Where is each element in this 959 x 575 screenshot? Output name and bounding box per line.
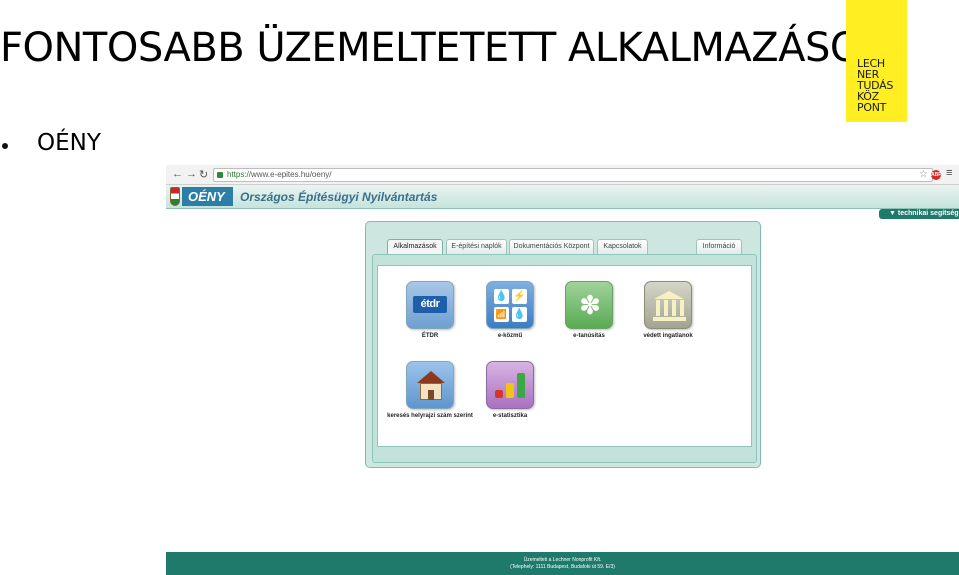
reload-icon[interactable]: ↻: [199, 168, 208, 181]
app-parcel-search[interactable]: keresés helyrajzi szám szerint: [385, 361, 475, 421]
app-label: e-tanúsítás: [573, 333, 605, 339]
bullet-text: OÉNY: [37, 130, 101, 156]
tab-content-frame: étdr ÉTDR 💧 ⚡ 📶 💧 e-közmű ✽ e-tanúsítás …: [372, 254, 757, 463]
app-protected-properties[interactable]: védett ingatlanok: [623, 281, 713, 341]
footer-address: (Telephely: 1111 Budapest, Budafoki út 5…: [510, 564, 615, 570]
statistics-chart-icon: [486, 361, 534, 409]
url-bar[interactable]: https://www.e-epites.hu/oeny/ ☆: [213, 168, 933, 182]
logo-text: LECH NER TUDÁS KÖZ PONT: [857, 57, 894, 114]
app-label: e-közmű: [497, 333, 523, 339]
url-path: www.e-epites.hu/oeny/: [251, 170, 332, 179]
menu-icon[interactable]: ≡: [946, 167, 952, 179]
etdr-icon: étdr: [406, 281, 454, 329]
app-etdr[interactable]: étdr ÉTDR: [385, 281, 475, 341]
lechner-logo: LECH NER TUDÁS KÖZ PONT: [846, 0, 907, 122]
tab-contacts[interactable]: Kapcsolatok: [597, 239, 648, 254]
app-label: ÉTDR: [421, 333, 439, 339]
app-e-kozmu[interactable]: 💧 ⚡ 📶 💧 e-közmű: [465, 281, 555, 341]
bookmark-star-icon[interactable]: ☆: [919, 169, 928, 181]
back-icon[interactable]: ←: [172, 168, 183, 180]
tab-documentation-center[interactable]: Dokumentációs Központ: [509, 239, 594, 254]
app-label: védett ingatlanok: [643, 333, 693, 339]
technical-help-button[interactable]: ▼ technikai segítség: [879, 209, 959, 219]
protected-building-icon: [644, 281, 692, 329]
lock-icon: [217, 172, 223, 178]
app-e-tanusitas[interactable]: ✽ e-tanúsítás: [544, 281, 634, 341]
tab-information[interactable]: Információ: [696, 239, 742, 254]
slide-title: FONTOSABB ÜZEMELTETETT ALKALMAZÁSOK: [0, 25, 887, 71]
hungarian-crest-icon: [170, 187, 180, 206]
app-grid: étdr ÉTDR 💧 ⚡ 📶 💧 e-közmű ✽ e-tanúsítás …: [377, 265, 752, 447]
browser-toolbar: ← → ↻ https://www.e-epites.hu/oeny/ ☆ AB…: [166, 165, 959, 185]
tab-applications[interactable]: Alkalmazások: [387, 239, 443, 254]
house-search-icon: [406, 361, 454, 409]
applications-panel: Alkalmazások E-építési naplók Dokumentác…: [365, 221, 761, 468]
app-e-statisztika[interactable]: e-statisztika: [465, 361, 555, 421]
bullet-dot: [2, 143, 8, 149]
certificate-flower-icon: ✽: [565, 281, 613, 329]
tab-e-construction-logs[interactable]: E-építési naplók: [446, 239, 507, 254]
url-scheme: https://: [227, 170, 252, 179]
site-title: Országos Építésügyi Nyilvántartás: [240, 190, 438, 204]
etdr-icon-text: étdr: [413, 296, 447, 313]
site-logo[interactable]: OÉNY: [182, 187, 233, 206]
browser-screenshot: ← → ↻ https://www.e-epites.hu/oeny/ ☆ AB…: [166, 165, 959, 575]
app-label: keresés helyrajzi szám szerint: [387, 413, 473, 419]
footer-operator: Üzemelteti a Lechner Nonprofit Kft.: [523, 557, 602, 563]
forward-icon[interactable]: →: [186, 168, 197, 180]
site-header: OÉNY Országos Építésügyi Nyilvántartás: [166, 185, 959, 209]
utilities-icon: 💧 ⚡ 📶 💧: [486, 281, 534, 329]
adblock-icon[interactable]: ABP: [931, 170, 942, 180]
site-footer: Üzemelteti a Lechner Nonprofit Kft. (Tel…: [166, 552, 959, 575]
app-label: e-statisztika: [492, 413, 528, 419]
